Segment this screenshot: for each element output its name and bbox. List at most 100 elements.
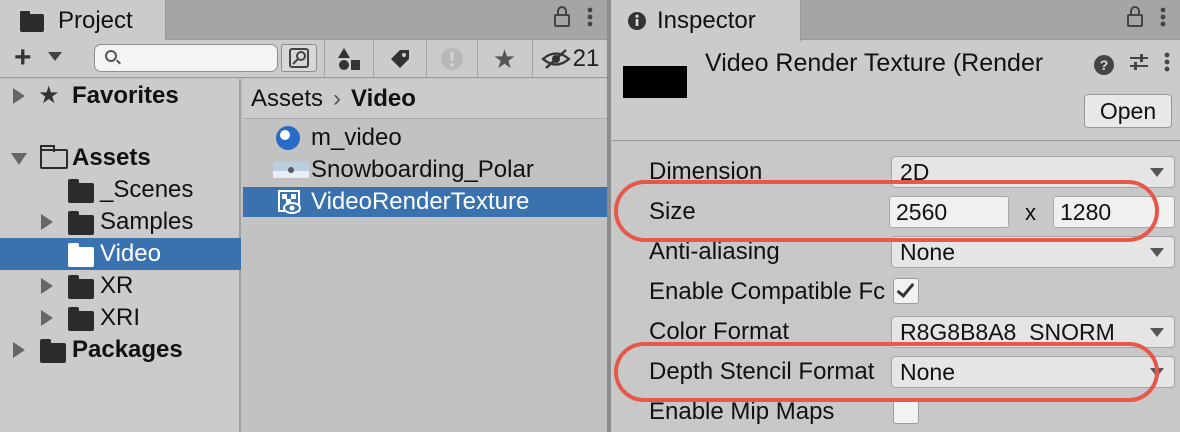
tab-project-label: Project xyxy=(58,6,133,34)
inspector-header: Video Render Texture (Render ? Open xyxy=(611,41,1180,141)
search-scene-icon xyxy=(289,48,309,68)
asset-label: VideoRenderTexture xyxy=(311,188,530,215)
kebab-menu-icon[interactable] xyxy=(1160,6,1166,34)
expand-arrow-icon[interactable] xyxy=(41,214,53,230)
anti-aliasing-dropdown[interactable]: None xyxy=(891,236,1175,268)
create-plus-icon[interactable]: + xyxy=(14,43,32,73)
kebab-menu-icon[interactable] xyxy=(1164,51,1170,79)
tab-inspector-label: Inspector xyxy=(657,6,756,34)
help-icon[interactable]: ? xyxy=(1094,55,1114,75)
prop-color-format: Color Format R8G8B8A8_SNORM xyxy=(649,312,1175,352)
hidden-packages-button[interactable]: 21 xyxy=(532,40,607,78)
inspector-properties: Dimension 2D Size 2560 x 1280 Anti-alias… xyxy=(611,142,1180,432)
asset-item-m-video[interactable]: m_video xyxy=(243,123,607,153)
mip-maps-checkbox[interactable] xyxy=(893,398,919,424)
shapes-icon xyxy=(337,48,360,70)
inspector-tabbar: Inspector xyxy=(611,0,1180,41)
expand-arrow-icon[interactable] xyxy=(41,278,53,294)
folder-open-icon xyxy=(40,145,68,169)
breadcrumb-assets[interactable]: Assets xyxy=(251,85,323,113)
prop-label: Color Format xyxy=(649,318,790,345)
star-icon: ★ xyxy=(492,43,517,74)
asset-label: Snowboarding_Polar xyxy=(311,156,534,183)
chevron-down-icon xyxy=(1150,248,1164,257)
expand-arrow-icon[interactable] xyxy=(41,310,53,326)
prop-anti-aliasing: Anti-aliasing None xyxy=(649,232,1175,272)
folder-icon xyxy=(20,10,44,32)
expand-arrow-icon[interactable] xyxy=(13,342,25,358)
prop-label: Enable Compatible Fc xyxy=(649,278,886,305)
tree-item-samples[interactable]: Samples xyxy=(0,206,241,238)
search-in-scene-button[interactable] xyxy=(281,44,317,72)
prop-compatible-format: Enable Compatible Fc xyxy=(649,272,1174,312)
filter-log-button[interactable] xyxy=(426,40,476,78)
depth-stencil-dropdown[interactable]: None xyxy=(891,356,1175,388)
breadcrumb-video[interactable]: Video xyxy=(351,85,416,113)
filter-by-type-button[interactable] xyxy=(324,40,372,78)
open-button[interactable]: Open xyxy=(1084,94,1172,128)
folder-icon xyxy=(68,275,94,299)
prop-label: Size xyxy=(649,198,696,225)
tree-item-scenes[interactable]: _Scenes xyxy=(0,174,241,206)
folder-icon xyxy=(68,179,94,203)
chevron-down-icon xyxy=(1150,328,1164,337)
size-height-field[interactable]: 1280 xyxy=(1053,196,1175,228)
asset-item-snowboarding-polar[interactable]: Snowboarding_Polar xyxy=(243,155,607,185)
search-input[interactable] xyxy=(123,47,271,69)
asset-list-pane: Assets › Video m_video Snowboarding_Pola… xyxy=(243,79,607,432)
folder-tree: ★ Favorites Assets _Scenes Samples Video… xyxy=(0,79,241,432)
search-icon xyxy=(105,50,117,62)
asset-item-video-render-texture[interactable]: VideoRenderTexture xyxy=(243,187,607,217)
chevron-right-icon: › xyxy=(333,84,342,112)
filter-by-label-button[interactable] xyxy=(373,40,425,78)
tree-item-favorites[interactable]: ★ Favorites xyxy=(0,80,241,112)
render-texture-icon xyxy=(278,190,301,214)
favorites-button[interactable]: ★ xyxy=(477,40,531,78)
star-icon: ★ xyxy=(38,82,60,109)
kebab-menu-icon[interactable] xyxy=(587,6,593,34)
size-width-field[interactable]: 2560 xyxy=(889,196,1009,228)
inspector-title: Video Render Texture (Render xyxy=(705,49,1044,77)
prop-label: Anti-aliasing xyxy=(649,238,780,265)
checkmark-icon xyxy=(896,279,915,298)
tree-item-xr[interactable]: XR xyxy=(0,270,241,302)
tree-label-favorites: Favorites xyxy=(72,82,179,109)
tree-item-video[interactable]: Video xyxy=(0,238,241,270)
expand-arrow-icon[interactable] xyxy=(13,88,25,104)
search-field[interactable] xyxy=(94,44,278,72)
project-tabbar: Project xyxy=(0,0,607,41)
collapse-arrow-icon[interactable] xyxy=(11,153,27,165)
video-clip-thumbnail-icon xyxy=(273,162,309,178)
asset-label: m_video xyxy=(311,124,402,151)
lock-icon[interactable] xyxy=(1126,6,1144,34)
info-icon xyxy=(628,11,646,30)
tree-label-xr: XR xyxy=(100,272,134,299)
video-player-icon xyxy=(276,126,300,150)
compatible-format-checkbox[interactable] xyxy=(893,278,919,304)
presets-sliders-icon[interactable] xyxy=(1128,52,1150,78)
eye-hidden-icon xyxy=(540,49,571,69)
project-toolbar: + ★ 21 xyxy=(0,40,607,78)
tree-item-xri[interactable]: XRI xyxy=(0,302,241,334)
folder-icon xyxy=(68,211,94,235)
tree-label-xri: XRI xyxy=(100,304,141,331)
folder-icon xyxy=(40,339,66,363)
tree-item-assets[interactable]: Assets xyxy=(0,142,241,174)
tree-item-packages[interactable]: Packages xyxy=(0,334,241,366)
prop-label: Dimension xyxy=(649,158,763,185)
prop-label: Enable Mip Maps xyxy=(649,398,835,425)
create-dropdown-icon[interactable] xyxy=(48,52,62,61)
tab-project[interactable]: Project xyxy=(0,0,166,41)
lock-icon[interactable] xyxy=(553,6,571,34)
folder-icon xyxy=(68,307,94,331)
dimension-dropdown[interactable]: 2D xyxy=(891,156,1175,188)
tree-label-assets: Assets xyxy=(72,144,151,171)
dropdown-value: R8G8B8A8_SNORM xyxy=(900,318,1115,345)
chevron-down-icon xyxy=(1150,168,1164,177)
tab-inspector[interactable]: Inspector xyxy=(611,0,801,41)
chevron-down-icon xyxy=(1150,368,1164,377)
tag-icon xyxy=(390,50,409,68)
inspector-panel: Inspector Video Render Texture (Render ?… xyxy=(611,0,1180,432)
color-format-dropdown[interactable]: R8G8B8A8_SNORM xyxy=(891,316,1175,348)
prop-dimension: Dimension 2D xyxy=(649,152,1175,192)
